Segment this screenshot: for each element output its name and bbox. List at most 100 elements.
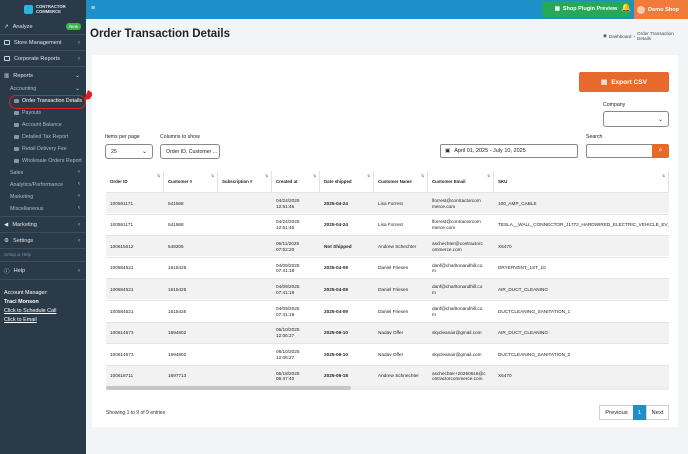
table-row[interactable]: 100614573 1694802 06/10/2025 12:06:27 2025-… xyxy=(106,321,669,343)
table-row[interactable]: 100615012 548205 06/11/2025 07:52:20 Not Sh… xyxy=(106,235,669,257)
table-cell: 2025-04-24 xyxy=(324,200,348,206)
column-header[interactable]: Created at ⇅ xyxy=(272,171,320,192)
file-icon: ▤ xyxy=(601,79,608,86)
sidebar-item-account-balance[interactable]: Account Balance xyxy=(14,122,62,128)
sidebar-item-analyze[interactable]: ↗ Analyze New xyxy=(0,21,86,32)
table-cell: 06/18/2025 06:47:40 xyxy=(276,370,300,382)
table-cell: 2025-04-24 xyxy=(324,222,348,228)
company-select[interactable]: ⌄ xyxy=(603,111,669,127)
chevron-right-icon: › xyxy=(633,33,636,39)
account-manager-label: Account Manager: xyxy=(4,290,48,296)
document-icon xyxy=(14,123,19,127)
items-per-page-select[interactable]: 25 ⌄ xyxy=(105,144,153,159)
columns-select[interactable]: Order ID, Customer ... xyxy=(160,144,220,159)
date-range-picker[interactable]: ▣ April 01, 2025 - July 10, 2025 xyxy=(440,144,578,158)
sidebar-group-miscellaneous[interactable]: Miscellaneous xyxy=(10,206,44,212)
table-cell: Daniel Friesen xyxy=(378,308,409,314)
shop-plugin-preview-button[interactable]: ▦ Shop Plugin Preview xyxy=(542,1,630,17)
column-header[interactable]: Customer Name ⇅ xyxy=(374,171,428,192)
gear-icon: ⚙ xyxy=(4,237,10,244)
sidebar-item-detailed-tax-report[interactable]: Detailed Tax Report xyxy=(14,134,68,140)
sidebar-item-store-management[interactable]: Store Management ‹ xyxy=(0,37,86,48)
column-header[interactable]: Order ID ⇅ xyxy=(106,171,164,192)
column-header[interactable]: Date shipped ⇅ xyxy=(320,171,374,192)
new-badge: New xyxy=(66,23,81,30)
sidebar-item-reports[interactable]: ▥ Reports ⌄ xyxy=(0,70,86,81)
sidebar-group-analytics-performance[interactable]: Analytics/Performance xyxy=(10,182,63,188)
column-header[interactable]: Customer Email ⇅ xyxy=(428,171,494,192)
sidebar-group-accounting[interactable]: Accounting xyxy=(10,86,36,92)
table-row[interactable]: 100584521 1615425 04/09/2025 07:41:18 2025-… xyxy=(106,256,669,278)
table-cell xyxy=(218,301,272,322)
breadcrumb-home[interactable]: Dashboard xyxy=(609,34,631,39)
sidebar-item-settings[interactable]: ⚙ Settings ‹ xyxy=(0,235,86,246)
table-cell: 100584521 xyxy=(110,286,134,292)
table-cell: X6470 xyxy=(498,243,512,249)
brand-name-line2: COMMERCE xyxy=(36,8,61,14)
bell-icon[interactable]: 🔔 xyxy=(621,3,631,12)
export-csv-button[interactable]: ▤ Export CSV xyxy=(579,72,669,92)
logo-mark-icon xyxy=(24,5,33,14)
email-link[interactable]: Click to Email xyxy=(4,317,37,323)
table-cell: Not Shipped xyxy=(324,243,352,249)
table-cell: 1615425 xyxy=(168,265,187,271)
sidebar-item-marketing[interactable]: ◀ Marketing ‹ xyxy=(0,219,86,230)
breadcrumb: ◉ Dashboard › Order Transaction Details xyxy=(603,31,688,41)
demo-shop-menu[interactable]: Demo Shop xyxy=(634,0,688,19)
sidebar-item-payouts[interactable]: Payouts xyxy=(14,110,41,116)
megaphone-icon: ◀ xyxy=(4,221,9,228)
sidebar: CONTRACTOR COMMERCE ↗ Analyze New Store M… xyxy=(0,0,86,454)
brand-logo[interactable]: CONTRACTOR COMMERCE xyxy=(0,0,86,19)
sidebar-item-help[interactable]: ⓘ Help ‹ xyxy=(0,265,86,276)
table-cell: Nadav Offer xyxy=(378,351,404,357)
chevron-down-icon: ⌄ xyxy=(657,116,663,123)
grid-icon: ▦ xyxy=(554,6,560,12)
column-header-label: Order ID xyxy=(110,179,128,184)
table-cell: Daniel Friesen xyxy=(378,265,409,271)
sidebar-group-sales[interactable]: Sales xyxy=(10,170,23,176)
chart-icon: ↗ xyxy=(4,23,9,30)
divider xyxy=(0,232,86,233)
hamburger-menu-icon[interactable]: ≡ xyxy=(91,5,95,12)
table-row[interactable]: 100584521 1615425 04/09/2025 07:41:18 2025-… xyxy=(106,278,669,300)
bar-chart-icon: ▥ xyxy=(4,72,10,79)
chevron-left-icon: ‹ xyxy=(78,237,80,244)
table-row[interactable]: 100584521 1615425 04/09/2025 07:41:18 2025-… xyxy=(106,300,669,321)
page-1-button[interactable]: 1 xyxy=(633,405,646,420)
previous-page-button[interactable]: Previous xyxy=(599,405,634,420)
column-header[interactable]: Subscription # ⇅ xyxy=(218,171,272,192)
column-header-label: Created at xyxy=(276,179,298,184)
help-circle-icon: ⓘ xyxy=(4,268,10,275)
building-icon xyxy=(4,56,10,61)
sidebar-item-label: Store Management xyxy=(14,39,62,46)
sidebar-item-wholesale-orders-report[interactable]: Wholesale Orders Report xyxy=(14,158,82,164)
table-row[interactable]: 100591171 541568 04/24/2025 12:51:46 2025-0… xyxy=(106,192,669,213)
sidebar-group-marketing[interactable]: Marketing xyxy=(10,194,33,200)
search-button[interactable]: ⌕ xyxy=(652,144,669,158)
chevron-left-icon: ‹ xyxy=(78,267,80,274)
table-cell: aschechter+20250618@c ontractorcommerce.… xyxy=(432,370,486,382)
column-header-label: SKU xyxy=(498,179,508,184)
column-header[interactable]: SKU ⇅ xyxy=(494,171,669,192)
table-row[interactable]: 100591171 541568 04/24/2025 12:51:46 2025-0… xyxy=(106,213,669,235)
search-input[interactable] xyxy=(586,144,653,158)
sidebar-item-label: Corporate Reports xyxy=(14,55,61,62)
sidebar-item-corporate-reports[interactable]: Corporate Reports ‹ xyxy=(0,53,86,64)
column-header[interactable]: Customer # ⇅ xyxy=(164,171,218,192)
scrollbar-thumb[interactable] xyxy=(106,386,351,390)
divider xyxy=(0,50,86,51)
next-page-button[interactable]: Next xyxy=(646,405,669,420)
table-cell: danf@charltonandhill.co m xyxy=(432,262,483,274)
sidebar-item-retail-delivery-fee[interactable]: Retail Delivery Fee xyxy=(14,146,67,152)
schedule-call-link[interactable]: Click to Schedule Call xyxy=(4,308,56,314)
horizontal-scrollbar[interactable] xyxy=(106,386,669,390)
table-row[interactable]: 100614573 1694802 06/10/2025 12:06:27 2025-… xyxy=(106,343,669,364)
table-cell: 100584521 xyxy=(110,265,134,271)
table-header: Order ID ⇅ Customer # ⇅ Subscription # ⇅ Creat… xyxy=(106,171,669,192)
sort-icon: ⇅ xyxy=(367,174,370,178)
table-cell: DRYERVENT_1ST_10 xyxy=(498,265,546,271)
highlight-ellipse xyxy=(9,95,86,109)
table-cell: 1697713 xyxy=(168,373,187,379)
table-cell: danf@charltonandhill.co m xyxy=(432,305,483,317)
table-row[interactable]: 100618711 1697713 06/18/2025 06:47:40 2025-… xyxy=(106,364,669,386)
